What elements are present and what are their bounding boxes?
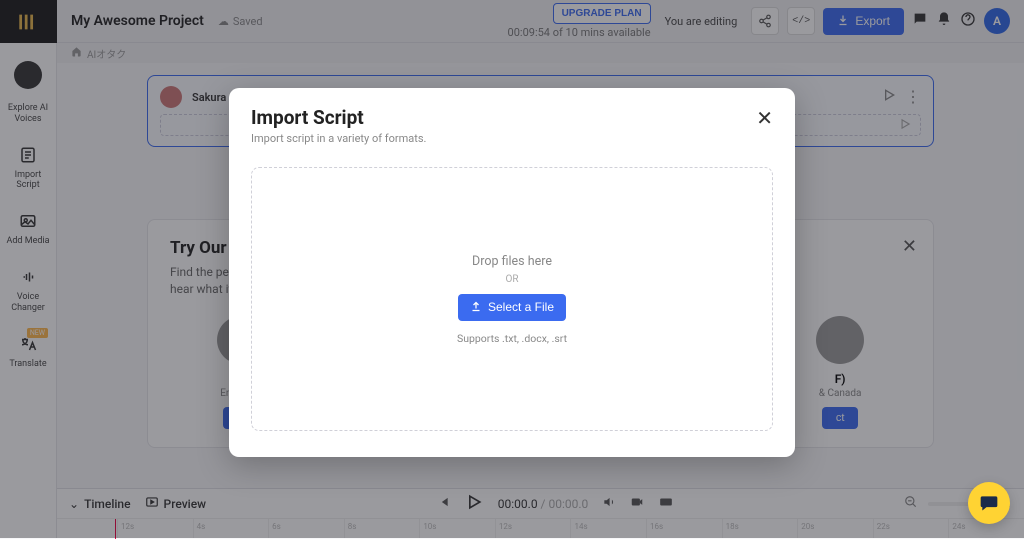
modal-subtitle: Import script in a variety of formats.: [251, 132, 426, 145]
close-icon[interactable]: ✕: [756, 106, 773, 131]
chat-widget[interactable]: [968, 482, 1010, 524]
modal-overlay[interactable]: Import Script Import script in a variety…: [0, 0, 1024, 538]
import-script-modal: Import Script Import script in a variety…: [229, 88, 795, 457]
file-dropzone[interactable]: Drop files here OR Select a File Support…: [251, 167, 773, 431]
select-file-button[interactable]: Select a File: [458, 294, 566, 321]
select-file-label: Select a File: [488, 300, 554, 314]
supported-formats: Supports .txt, .docx, .srt: [457, 332, 567, 345]
or-divider: OR: [505, 274, 518, 285]
upload-icon: [470, 300, 482, 315]
drop-text: Drop files here: [472, 254, 552, 269]
modal-title: Import Script: [251, 106, 426, 129]
